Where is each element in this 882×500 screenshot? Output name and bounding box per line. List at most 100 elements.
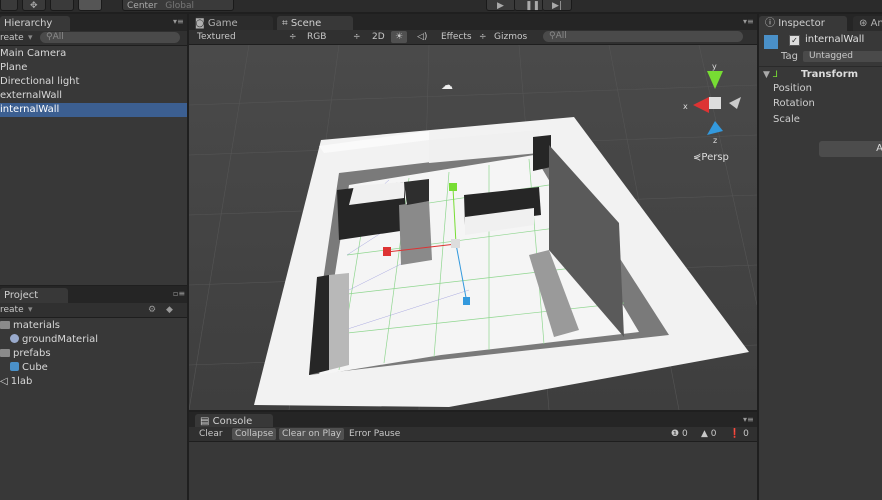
transform-header[interactable]: Transform <box>801 68 858 82</box>
lock-icon[interactable]: ▫≡ <box>173 290 185 298</box>
foldout-arrow-icon[interactable]: ▼ <box>763 68 770 82</box>
info-icon: ❗ <box>729 429 744 439</box>
persp-text: Persp <box>701 152 729 163</box>
search-icon: ⚲ <box>46 32 53 42</box>
tab-animation-label: Ani <box>870 18 882 29</box>
pivot-toggle[interactable]: Center Global <box>122 0 234 11</box>
inspector-tabbar: ⓘ Inspector ⊛ Ani <box>759 14 882 31</box>
panel-menu-icon[interactable]: ▾≡ <box>743 18 754 26</box>
inspector-panel: ⓘ Inspector ⊛ Ani ✓ internalWall Tag Unt… <box>759 14 882 500</box>
gizmo-center-cube[interactable] <box>709 97 721 109</box>
tab-game-label: Game <box>207 18 238 29</box>
play-button[interactable]: ▶ <box>486 0 516 11</box>
2d-toggle[interactable]: 2D <box>372 31 385 43</box>
tab-scene-label: Scene <box>290 18 322 29</box>
object-name-field[interactable]: internalWall <box>805 33 864 47</box>
error-pause-toggle[interactable]: Error Pause <box>349 428 400 440</box>
scene-search-placeholder: All <box>555 31 567 41</box>
light-icon[interactable]: ☁ <box>441 78 453 92</box>
shading-mode-dropdown[interactable]: Textured <box>197 31 236 43</box>
clear-on-play-toggle[interactable]: Clear on Play <box>279 428 345 440</box>
project-item[interactable]: Cube <box>0 361 187 375</box>
gameobject-cube-icon <box>764 35 778 49</box>
warning-icon: ▲ <box>701 429 711 439</box>
hierarchy-search-input[interactable]: ⚲All <box>40 32 180 43</box>
panel-menu-icon[interactable]: ▾≡ <box>743 416 754 424</box>
project-create-button[interactable]: reate <box>0 303 24 317</box>
render-mode-dropdown[interactable]: RGB <box>307 31 326 43</box>
hierarchy-item[interactable]: Directional light <box>0 75 187 89</box>
step-icon: ▶| <box>552 1 562 11</box>
hierarchy-panel: Hierarchy ▾≡ reate ▾ ⚲All Main Camera Pl… <box>0 14 187 285</box>
dropdown-icon: ▾ <box>28 33 33 43</box>
hierarchy-item[interactable]: externalWall <box>0 89 187 103</box>
tab-project[interactable]: Project <box>0 288 68 303</box>
perspective-label[interactable]: ⋞Persp <box>693 152 729 163</box>
scene-viewport[interactable]: ☁ y x z ⋞Persp <box>189 45 757 410</box>
project-item[interactable]: prefabs <box>0 347 187 361</box>
tab-scene[interactable]: ⌗ Scene <box>277 16 353 31</box>
tag-dropdown[interactable]: Untagged <box>803 51 882 62</box>
persp-icon: ⋞ <box>693 152 701 163</box>
error-icon: ❶ <box>671 429 682 439</box>
gizmos-dropdown[interactable]: Gizmos <box>494 31 527 43</box>
pause-button[interactable]: ❚❚ <box>514 0 544 11</box>
rotate-tool-button[interactable] <box>50 0 74 11</box>
folder-icon <box>0 321 10 329</box>
panel-menu-icon[interactable]: ▾≡ <box>173 18 184 26</box>
error-count: 0 <box>681 429 688 439</box>
add-component-button[interactable]: A <box>819 141 882 157</box>
warning-count-toggle[interactable]: ▲ 0 <box>701 428 717 440</box>
hand-tool-button[interactable] <box>0 0 18 11</box>
pivot-center-label: Center <box>127 1 158 11</box>
hierarchy-item[interactable]: Plane <box>0 61 187 75</box>
axis-z-label: z <box>713 136 717 145</box>
tab-hierarchy[interactable]: Hierarchy <box>0 16 70 31</box>
scale-tool-button[interactable] <box>78 0 102 11</box>
log-count-toggle[interactable]: ❗ 0 <box>729 428 749 440</box>
collapse-toggle[interactable]: Collapse <box>232 428 277 440</box>
prefab-icon <box>10 362 19 371</box>
filter-icon[interactable]: ⚙ <box>148 303 156 317</box>
hierarchy-create-button[interactable]: reate <box>0 31 24 45</box>
project-item[interactable]: ◁ 1lab <box>0 375 187 389</box>
effects-dropdown[interactable]: Effects <box>441 31 472 43</box>
project-item-label: Cube <box>22 362 48 373</box>
project-item[interactable]: groundMaterial <box>0 333 187 347</box>
project-item-label: materials <box>13 320 60 331</box>
position-label: Position <box>773 83 812 94</box>
hierarchy-toolbar: reate ▾ ⚲All <box>0 31 187 46</box>
step-button[interactable]: ▶| <box>542 0 572 11</box>
scene-panel: ◙ Game ⌗ Scene ▾≡ Textured ÷ RGB ÷ 2D ☀ … <box>189 14 757 410</box>
tag-icon[interactable]: ◆ <box>166 303 173 317</box>
divider <box>759 66 882 67</box>
game-icon: ◙ <box>195 18 208 29</box>
scene-search-input[interactable]: ⚲All <box>543 31 743 42</box>
move-icon: ✥ <box>30 1 38 11</box>
hierarchy-item-selected[interactable]: internalWall <box>0 103 187 117</box>
tab-animation[interactable]: ⊛ Ani <box>853 16 882 31</box>
clear-button[interactable]: Clear <box>199 428 223 440</box>
scene-tabbar: ◙ Game ⌗ Scene ▾≡ <box>189 14 757 31</box>
hierarchy-item[interactable]: Main Camera <box>0 47 187 61</box>
pivot-global-label: Global <box>165 1 195 11</box>
log-count: 0 <box>743 429 749 439</box>
info-icon: ⓘ <box>765 18 779 29</box>
transform-icon: ⅃ <box>773 70 779 80</box>
tab-inspector[interactable]: ⓘ Inspector <box>759 16 847 31</box>
hierarchy-search-placeholder: All <box>52 32 64 42</box>
audio-toggle-icon[interactable]: ◁) <box>417 31 427 43</box>
scale-label: Scale <box>773 114 800 125</box>
dropdown-icon: ÷ <box>479 32 487 42</box>
project-item-label: groundMaterial <box>22 334 99 345</box>
play-icon: ▶ <box>497 1 504 11</box>
axis-x-label: x <box>683 102 688 111</box>
project-item-label: prefabs <box>13 348 51 359</box>
error-count-toggle[interactable]: ❶ 0 <box>671 428 688 440</box>
project-item[interactable]: materials <box>0 319 187 333</box>
tab-game[interactable]: ◙ Game <box>195 16 273 31</box>
lighting-toggle-icon[interactable]: ☀ <box>391 31 407 43</box>
move-tool-button[interactable]: ✥ <box>22 0 46 11</box>
project-toolbar: reate ▾ ⚙ ◆ <box>0 303 187 318</box>
active-checkbox[interactable]: ✓ <box>789 35 800 46</box>
